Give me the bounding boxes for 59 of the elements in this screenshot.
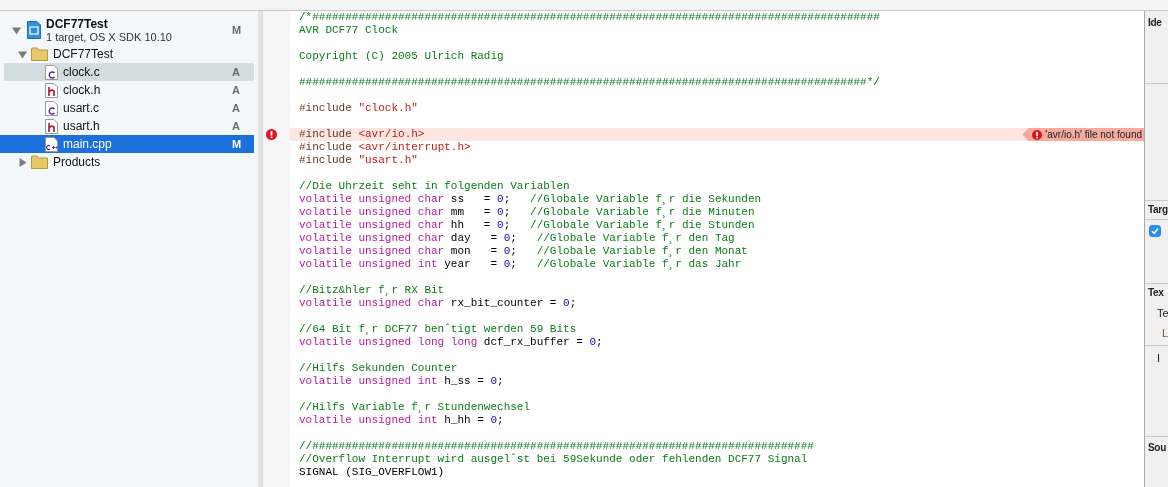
code-line: #include "usart.h" [299, 154, 418, 167]
code-line: Copyright (C) 2005 Ulrich Radig [299, 50, 504, 63]
disclosure-triangle[interactable] [12, 25, 21, 35]
code-line: AVR DCF77 Clock [299, 24, 399, 37]
file-tree-item[interactable]: usart.h A [4, 117, 254, 135]
error-icon [266, 129, 277, 140]
code-editor[interactable] [262, 11, 1144, 487]
code-line: volatile unsigned char mon = 0; //Globale Variable f¸r den Monat [299, 245, 748, 258]
code-line: #include "clock.h" [299, 102, 418, 115]
code-line: volatile unsigned char mm = 0; //Globale Variable f¸r die Minuten [299, 206, 755, 219]
error-message[interactable]: 'avr/io.h' file not found [1022, 128, 1144, 141]
file-tree-item[interactable]: Products [4, 153, 254, 171]
code-line: //Die Uhrzeit seht in folgenden Variablen [299, 180, 570, 193]
code-line: volatile unsigned int h_ss = 0; [299, 375, 504, 388]
file-tree-item[interactable]: clock.h A [4, 81, 254, 99]
code-line: volatile unsigned char ss = 0; //Globale Variable f¸r die Sekunden [299, 193, 762, 206]
source-file-icon [45, 100, 58, 116]
header-file-icon [45, 82, 58, 98]
code-line: volatile unsigned int h_hh = 0; [299, 414, 504, 427]
file-tree-item[interactable]: usart.c A [4, 99, 254, 117]
code-line: //############################################################################ [299, 440, 814, 453]
code-line: volatile unsigned char hh = 0; //Globale Variable f¸r die Stunden [299, 219, 755, 232]
source-file-icon [45, 136, 58, 152]
code-line: //Bitz&hler f¸r RX Bit [299, 284, 445, 297]
field-label: Te [1157, 307, 1168, 319]
disclosure-triangle[interactable] [18, 49, 27, 59]
code-line: //Hilfs Variable f¸r Stundenwechsel [299, 401, 531, 414]
project-name: DCF77Test [46, 17, 109, 31]
code-line: volatile unsigned int year = 0; //Globale Variable f¸r das Jahr [299, 258, 742, 271]
folder-icon [31, 155, 48, 169]
section-title: Ide [1148, 17, 1163, 28]
code-line: ######################################################################################*/ [299, 76, 880, 89]
file-tree-item[interactable]: DCF77Test [4, 45, 254, 63]
field-label: I [1157, 352, 1162, 364]
source-file-icon [45, 64, 58, 80]
disclosure-triangle[interactable] [18, 157, 27, 167]
code-line: /*###################################################################################### [299, 11, 880, 24]
section-title: Tex [1148, 287, 1165, 298]
folder-icon [31, 47, 48, 61]
field-label: L [1162, 327, 1168, 339]
file-tree-item[interactable]: clock.c A [4, 63, 254, 81]
code-line: volatile unsigned long long dcf_rx_buffer = 0; [299, 336, 603, 349]
header-file-icon [45, 118, 58, 134]
code-line: volatile unsigned char rx_bit_counter = 0; [299, 297, 577, 310]
code-line: SIGNAL (SIG_OVERFLOW1) [299, 466, 445, 479]
project-item[interactable]: DCF77Test 1 target, OS X SDK 10.10 M [4, 15, 254, 45]
file-tree-item[interactable]: main.cpp M [0, 135, 254, 153]
code-line: //64 Bit f¸r DCF77 benˆtigt werden 59 Bits [299, 323, 577, 336]
project-icon [27, 21, 41, 39]
target-checkbox[interactable] [1149, 225, 1161, 237]
project-subtitle: 1 target, OS X SDK 10.10 [46, 31, 172, 43]
section-title: Targ [1148, 204, 1168, 215]
section-title: Sou [1148, 442, 1167, 453]
error-icon [1032, 129, 1043, 140]
code-line: //Hilfs Sekunden Counter [299, 362, 458, 375]
code-line: //Overflow Interrupt wird ausgelˆst bei 59Sekunde oder fehlenden DCF77 Signal [299, 453, 808, 466]
code-line: #include <avr/interrupt.h> [299, 141, 471, 154]
code-line: #include <avr/io.h> [299, 128, 425, 141]
code-line: volatile unsigned char day = 0; //Globale Variable f¸r den Tag [299, 232, 735, 245]
